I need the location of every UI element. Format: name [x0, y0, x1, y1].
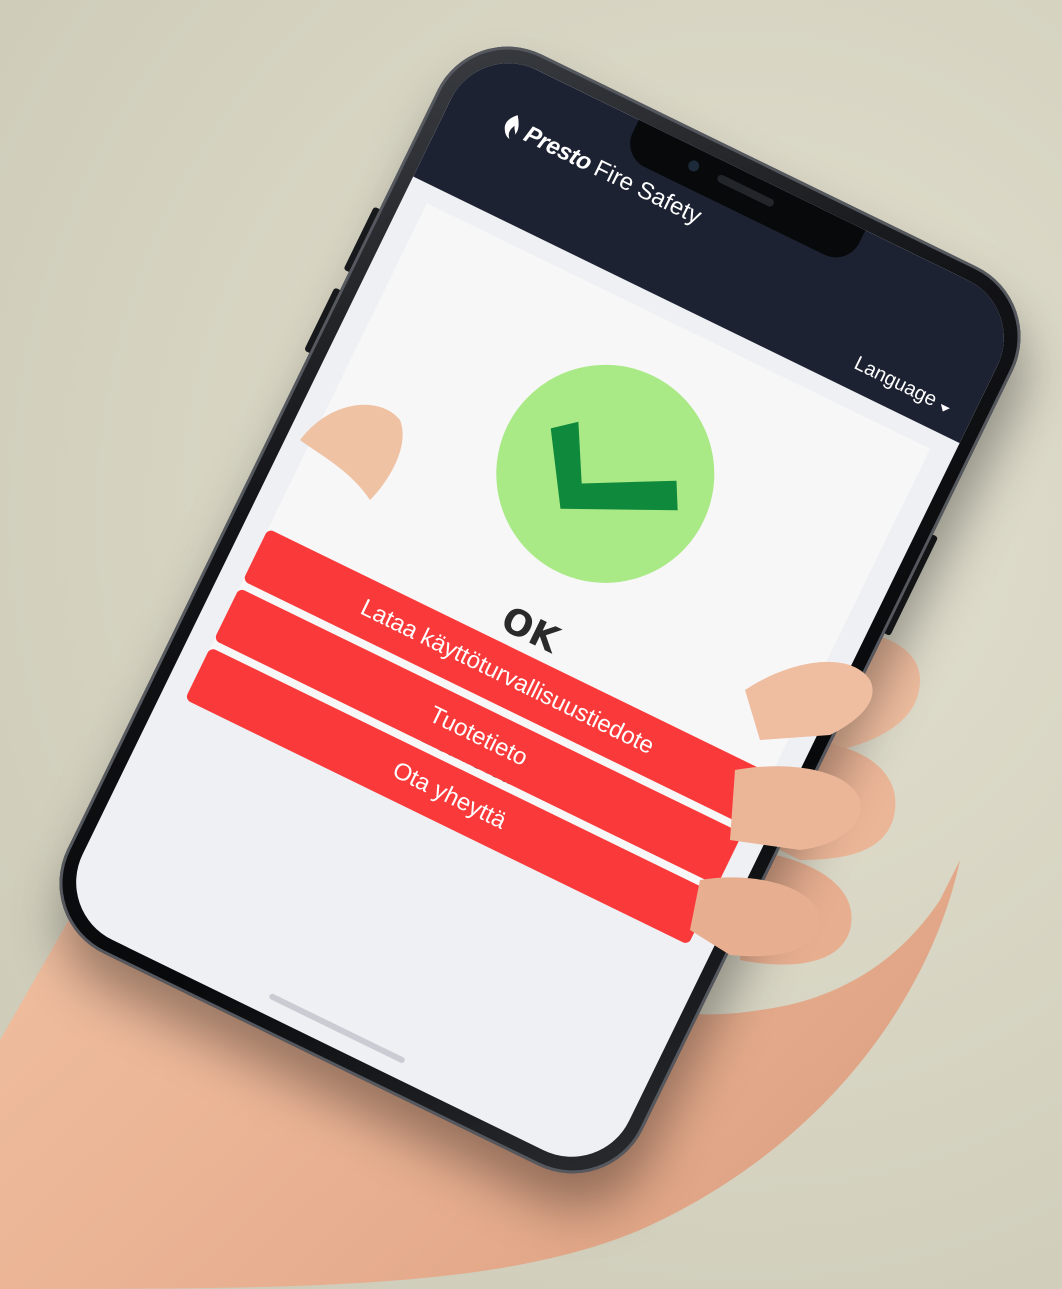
language-dropdown[interactable]: Language: [850, 352, 954, 419]
front-camera: [686, 158, 702, 174]
status-circle: [459, 328, 752, 620]
brand-name: Presto: [519, 120, 597, 177]
caret-down-icon: [938, 403, 951, 414]
language-label: Language: [850, 352, 941, 412]
check-icon: [550, 421, 678, 511]
